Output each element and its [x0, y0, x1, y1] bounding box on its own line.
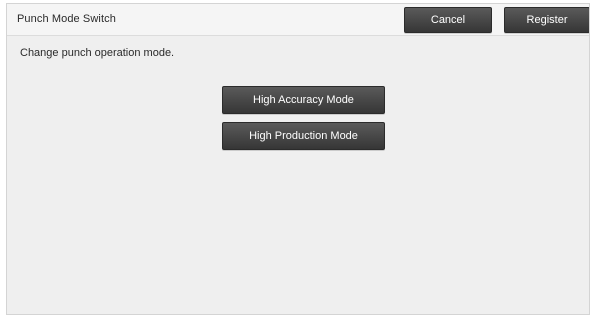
- punch-mode-switch-panel: Punch Mode Switch Cancel Register Change…: [6, 3, 590, 315]
- instruction-text: Change punch operation mode.: [20, 47, 175, 59]
- cancel-button[interactable]: Cancel: [404, 7, 492, 33]
- high-production-mode-button[interactable]: High Production Mode: [222, 122, 385, 150]
- page-title: Punch Mode Switch: [17, 13, 116, 25]
- register-button[interactable]: Register: [504, 7, 589, 33]
- high-accuracy-mode-button[interactable]: High Accuracy Mode: [222, 86, 385, 114]
- header-bar: Punch Mode Switch Cancel Register: [7, 4, 589, 36]
